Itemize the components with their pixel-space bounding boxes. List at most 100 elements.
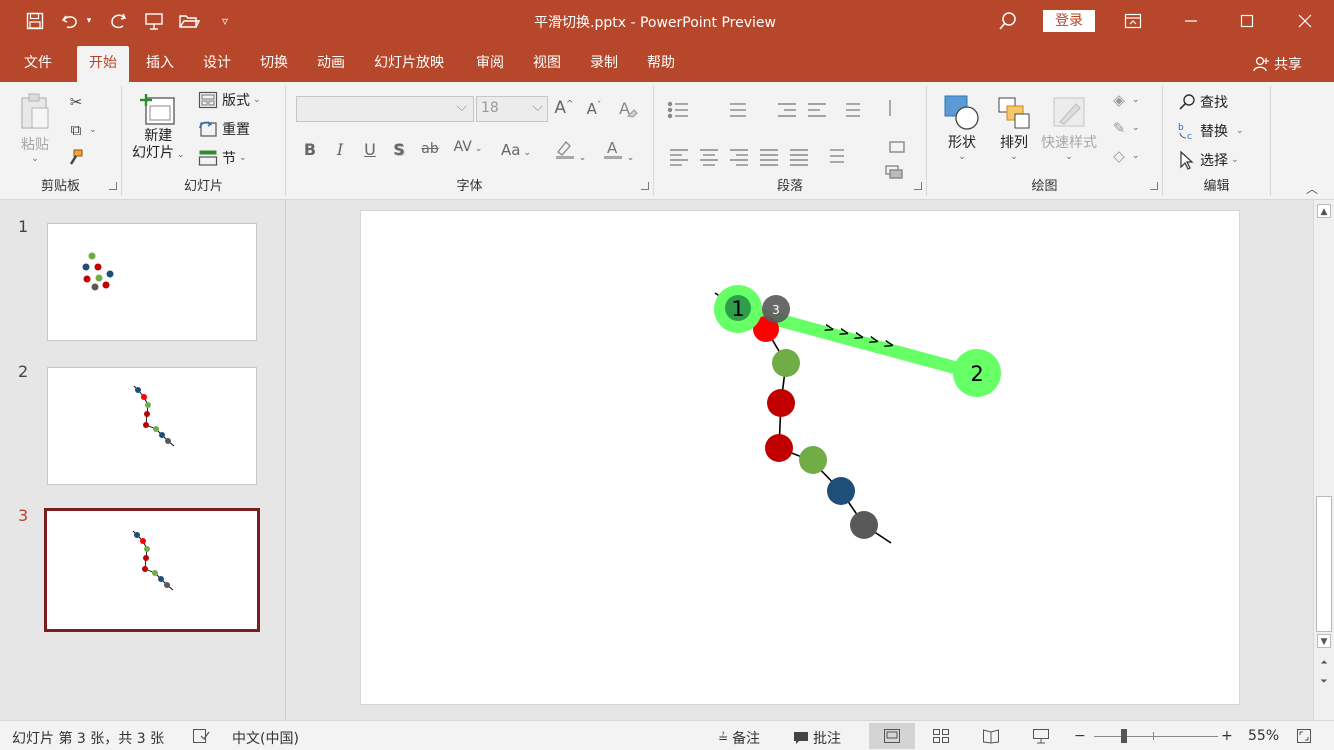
tab-record[interactable]: 录制 <box>578 46 630 82</box>
font-color-button[interactable]: A ⌄ <box>598 138 638 164</box>
cut-button[interactable]: ✂ <box>66 92 86 112</box>
slide-thumbnail-3[interactable] <box>44 508 260 632</box>
reading-view-button[interactable] <box>968 723 1014 749</box>
zoom-slider-handle[interactable] <box>1121 729 1127 743</box>
zoom-out-button[interactable]: − <box>1074 728 1086 744</box>
chain-node[interactable] <box>772 349 800 377</box>
zoom-in-button[interactable]: + <box>1221 728 1233 744</box>
close-button[interactable] <box>1280 0 1330 42</box>
format-painter-button[interactable] <box>66 148 86 168</box>
tab-view[interactable]: 视图 <box>521 46 573 82</box>
tab-file[interactable]: 文件 <box>12 46 64 82</box>
normal-view-button[interactable] <box>869 723 915 749</box>
clipboard-launcher[interactable] <box>109 182 117 190</box>
scroll-up-icon[interactable]: ▲ <box>1317 204 1331 218</box>
collapse-ribbon-icon[interactable]: ︿ <box>1306 180 1318 197</box>
login-button[interactable]: 登录 <box>1043 10 1095 32</box>
tab-design[interactable]: 设计 <box>191 46 243 82</box>
reset-label: 重置 <box>222 122 250 138</box>
font-group: ⌵ 18 ⌵ A^ Aˇ A B I U S ab AV ⌄ Aa ⌄ ⌄ A ⌄ 字… <box>286 86 654 196</box>
drawing-launcher[interactable] <box>1150 182 1158 190</box>
font-name-box[interactable]: ⌵ <box>296 96 474 122</box>
font-launcher[interactable] <box>641 182 649 190</box>
tab-transitions[interactable]: 切换 <box>248 46 300 82</box>
slide-thumbnail-1[interactable] <box>47 223 257 341</box>
font-size-box[interactable]: 18 ⌵ <box>476 96 548 122</box>
replace-button[interactable]: bc 替换 ⌄ <box>1177 121 1244 141</box>
shape-effects-button[interactable]: ◇ ⌄ <box>1109 146 1139 166</box>
layout-button[interactable]: 版式 ⌄ <box>198 90 261 110</box>
slide-sorter-button[interactable] <box>918 723 964 749</box>
chain-node[interactable] <box>827 477 855 505</box>
grow-font-button[interactable]: A^ <box>552 98 576 118</box>
open-icon[interactable] <box>176 9 202 33</box>
zoom-slider-track[interactable] <box>1094 736 1218 737</box>
present-icon[interactable] <box>141 9 167 33</box>
replace-icon: bc <box>1178 123 1192 141</box>
comments-button[interactable]: 批注 <box>793 728 841 748</box>
chain-node[interactable] <box>767 389 795 417</box>
reset-button[interactable]: 重置 <box>198 119 250 139</box>
slide-thumbnail-2[interactable] <box>47 367 257 485</box>
replace-label: 替换 <box>1200 124 1228 140</box>
shrink-font-button[interactable]: Aˇ <box>582 100 606 118</box>
char-spacing-button[interactable]: AV ⌄ <box>450 139 486 155</box>
save-icon[interactable] <box>22 9 48 33</box>
accessibility-icon[interactable] <box>192 728 210 744</box>
section-icon <box>198 150 218 166</box>
undo-dropdown-icon[interactable]: ▾ <box>82 9 96 33</box>
paste-button[interactable]: 粘贴 ⌄ <box>18 92 52 164</box>
tab-home[interactable]: 开始 <box>77 46 129 82</box>
language-indicator[interactable]: 中文(中国) <box>232 728 299 748</box>
paragraph-controls[interactable] <box>664 96 920 186</box>
ribbon-display-icon[interactable] <box>1108 0 1158 42</box>
slide-canvas[interactable]: 1 3 > > > > > 2 <box>360 210 1240 705</box>
tab-animations[interactable]: 动画 <box>305 46 357 82</box>
change-case-button[interactable]: Aa ⌄ <box>496 141 536 159</box>
chain-node[interactable] <box>850 511 878 539</box>
drawing-group-label: 绘图 <box>1031 179 1058 194</box>
share-button[interactable]: 共享 <box>1252 54 1302 74</box>
search-icon[interactable] <box>996 9 1022 33</box>
redo-icon[interactable] <box>106 9 132 33</box>
shadow-button[interactable]: S <box>387 140 411 159</box>
bold-button[interactable]: B <box>298 140 322 159</box>
find-button[interactable]: 查找 <box>1177 92 1228 112</box>
tab-review[interactable]: 审阅 <box>464 46 516 82</box>
slideshow-view-button[interactable] <box>1018 723 1064 749</box>
tab-slideshow[interactable]: 幻灯片放映 <box>362 46 456 82</box>
notes-button[interactable]: ≟ 备注 <box>718 728 760 748</box>
minimize-button[interactable] <box>1166 0 1216 42</box>
shapes-button[interactable]: 形状 ⌄ <box>943 94 981 162</box>
clear-format-icon[interactable]: A <box>616 98 640 124</box>
quick-styles-button[interactable]: 快速样式 ⌄ <box>1041 94 1097 162</box>
arrange-button[interactable]: 排列 ⌄ <box>995 94 1033 162</box>
chain-node[interactable] <box>799 446 827 474</box>
highlight-button[interactable]: ⌄ <box>550 138 590 164</box>
notes-icon: ≟ <box>718 731 729 745</box>
undo-icon[interactable] <box>58 9 84 33</box>
zoom-level[interactable]: 55% <box>1248 728 1279 744</box>
previous-slide-icon[interactable]: ⏶ <box>1317 656 1331 670</box>
shape-fill-button[interactable]: ◈ ⌄ <box>1109 90 1139 110</box>
shape-outline-button[interactable]: ✎ ⌄ <box>1109 118 1140 138</box>
fit-to-window-icon[interactable] <box>1296 728 1312 744</box>
layout-icon <box>198 91 218 109</box>
paragraph-launcher[interactable] <box>914 182 922 190</box>
vertical-scrollbar[interactable]: ▲ ▼ ⏶ ⏷ <box>1313 200 1334 720</box>
customize-icon[interactable]: ▿ <box>212 9 238 33</box>
next-slide-icon[interactable]: ⏷ <box>1317 675 1331 689</box>
new-slide-button[interactable]: 新建 幻灯片 ⌄ <box>132 92 185 164</box>
scroll-down-icon[interactable]: ▼ <box>1317 634 1331 648</box>
tab-insert[interactable]: 插入 <box>134 46 186 82</box>
underline-button[interactable]: U <box>358 140 382 159</box>
copy-button[interactable]: ⧉ ⌄ <box>66 120 97 140</box>
scrollbar-thumb[interactable] <box>1316 496 1332 632</box>
select-button[interactable]: 选择 ⌄ <box>1177 150 1239 170</box>
italic-button[interactable]: I <box>328 140 352 159</box>
maximize-button[interactable] <box>1222 0 1272 42</box>
tab-help[interactable]: 帮助 <box>635 46 687 82</box>
section-button[interactable]: 节 ⌄ <box>198 148 247 168</box>
chain-node[interactable] <box>765 434 793 462</box>
strikethrough-button[interactable]: ab <box>418 141 442 157</box>
